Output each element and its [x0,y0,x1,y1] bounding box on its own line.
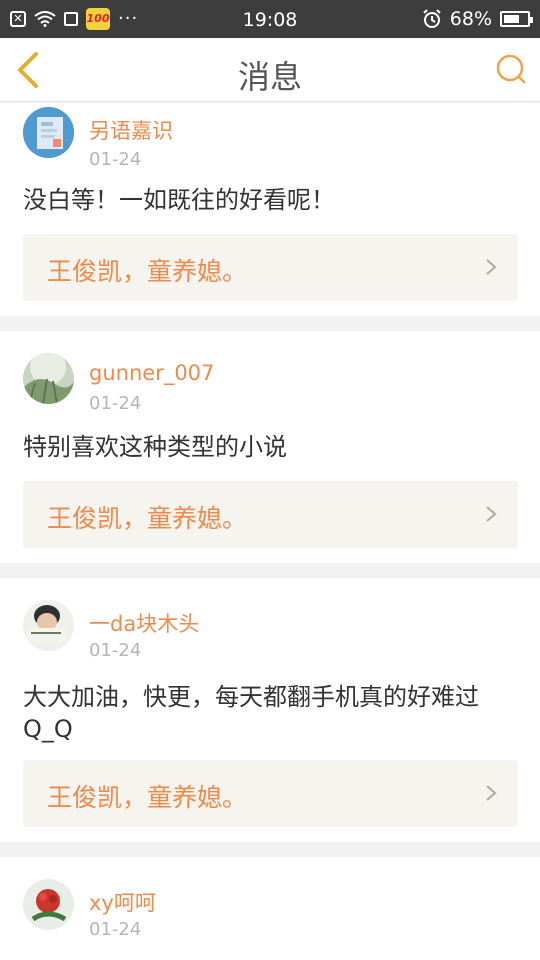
message-date: 01-24 [89,149,142,170]
page-title: 消息 [237,58,302,96]
username[interactable]: gunner_007 [89,361,214,385]
quoted-post-title: 王俊凯，童养媳。 [47,504,248,533]
message-date: 01-24 [89,919,142,940]
chevron-right-icon [486,259,497,275]
alarm-icon [423,9,441,28]
message-date: 01-24 [89,640,142,661]
comment-text: 特别喜欢这种类型的小说 [23,433,287,461]
comment-text: 没白等！一如既往的好看呢！ [23,186,335,214]
username[interactable]: xy呵呵 [89,887,156,917]
avatar[interactable] [23,879,74,930]
message-item: xy呵呵 01-24 [0,857,540,960]
quoted-post[interactable]: 王俊凯，童养媳。 [23,234,518,301]
message-date: 01-24 [89,393,142,414]
message-item: 另语嘉识 01-24 没白等！一如既往的好看呢！ 王俊凯，童养媳。 [0,103,540,316]
quoted-post[interactable]: 王俊凯，童养媳。 [23,481,518,548]
chevron-right-icon [486,785,497,801]
avatar[interactable] [23,353,74,404]
chevron-right-icon [486,506,497,522]
quoted-post[interactable]: 王俊凯，童养媳。 [23,760,518,827]
username[interactable]: 另语嘉识 [89,115,173,145]
avatar[interactable] [23,600,74,651]
battery-icon [500,11,533,27]
status-bar: ✕ 100 ··· 19:08 68% [0,0,540,38]
quoted-post-title: 王俊凯，童养媳。 [47,783,248,812]
comment-text: 大大加油，快更，每天都翻手机真的好难过Q_Q [23,683,479,743]
quoted-post-title: 王俊凯，童养媳。 [47,257,248,286]
battery-percent: 68% [449,8,492,30]
status-bar-right: 68% [422,8,533,30]
message-item: 一da块木头 01-24 大大加油，快更，每天都翻手机真的好难过Q_Q 王俊凯，… [0,578,540,842]
username[interactable]: 一da块木头 [89,608,199,638]
header: 消息 [0,38,540,102]
avatar[interactable] [23,107,74,158]
search-icon[interactable] [494,52,528,86]
message-item: gunner_007 01-24 特别喜欢这种类型的小说 王俊凯，童养媳。 [0,331,540,563]
message-list[interactable]: 另语嘉识 01-24 没白等！一如既往的好看呢！ 王俊凯，童养媳。 gunner… [0,103,540,960]
